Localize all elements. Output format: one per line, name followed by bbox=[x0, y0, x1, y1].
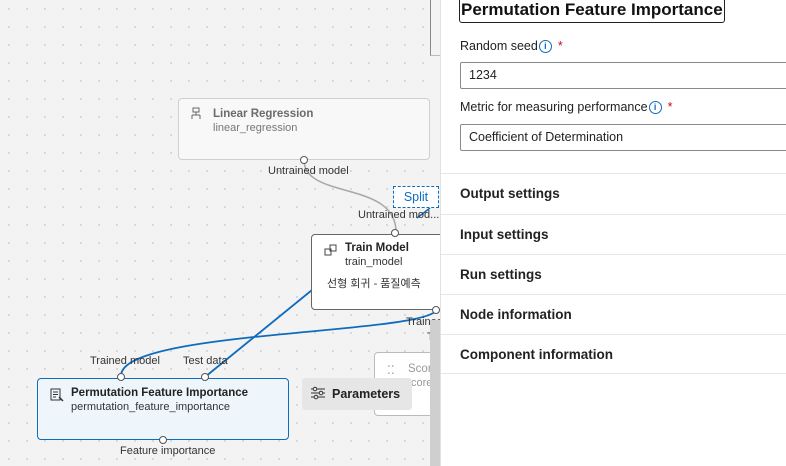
trained-model-input-label: Trained model bbox=[90, 355, 160, 367]
test-data-input-label: Test data bbox=[183, 355, 228, 367]
node-title: Train Model bbox=[345, 242, 409, 254]
train-model-icon bbox=[324, 243, 338, 257]
node-subtitle: train_model bbox=[345, 256, 403, 268]
required-mark: * bbox=[667, 100, 673, 114]
info-icon[interactable]: i bbox=[538, 39, 552, 53]
metric-label: Metric for measuring performance i * bbox=[460, 100, 672, 114]
info-icon[interactable]: i bbox=[648, 100, 662, 114]
metric-dropdown[interactable]: Coefficient of Determination bbox=[460, 124, 786, 151]
parameters-button[interactable]: Parameters bbox=[302, 378, 412, 410]
random-seed-input[interactable]: 1234 bbox=[460, 62, 786, 89]
metric-label-text: Metric for measuring performance bbox=[460, 100, 648, 114]
trained-model-input-port[interactable] bbox=[117, 373, 125, 381]
score-model-icon: ⁚⁚ bbox=[387, 363, 395, 377]
test-data-input-port[interactable] bbox=[201, 373, 209, 381]
linear-regression-node[interactable]: Linear Regression linear_regression bbox=[178, 98, 430, 160]
pipeline-canvas[interactable]: Linear Regression linear_regression Untr… bbox=[0, 0, 440, 466]
section-output-settings[interactable]: Output settings bbox=[441, 173, 786, 213]
permutation-icon bbox=[50, 388, 64, 402]
split-button[interactable]: Split bbox=[393, 186, 439, 208]
untrained-model-port-label: Untrained model bbox=[268, 165, 349, 177]
feature-importance-port-label: Feature importance bbox=[120, 445, 216, 457]
canvas-scrollbar[interactable] bbox=[430, 320, 440, 466]
node-subtitle: linear_regression bbox=[213, 122, 298, 134]
trained-model-output-port[interactable] bbox=[432, 306, 440, 314]
sliders-icon bbox=[310, 386, 326, 403]
parameters-label: Parameters bbox=[332, 387, 401, 401]
node-title: Scor bbox=[408, 363, 432, 375]
train-model-node[interactable]: Train Model train_model 선형 회귀 - 품질예측 bbox=[311, 234, 440, 310]
section-node-information[interactable]: Node information bbox=[441, 294, 786, 334]
node-subtitle: permutation_feature_importance bbox=[71, 401, 230, 413]
node-title: Permutation Feature Importance bbox=[71, 387, 249, 399]
section-input-settings[interactable]: Input settings bbox=[441, 214, 786, 254]
permutation-feature-importance-node[interactable]: Permutation Feature Importance permutati… bbox=[37, 378, 289, 440]
section-component-information[interactable]: Component information bbox=[441, 334, 786, 374]
linear-regression-icon bbox=[189, 107, 203, 121]
node-title: Linear Regression bbox=[213, 108, 314, 120]
untrained-model-input-label: Untrained mod... bbox=[358, 209, 440, 221]
feature-importance-output-port[interactable] bbox=[159, 436, 167, 444]
parameters-panel: Permutation Feature Importance Random se… bbox=[440, 0, 786, 466]
required-mark: * bbox=[557, 39, 563, 53]
upstream-node-edge bbox=[430, 0, 440, 56]
node-comment: 선형 회귀 - 품질예측 bbox=[327, 278, 421, 290]
random-seed-label-text: Random seed bbox=[460, 39, 538, 53]
panel-title[interactable]: Permutation Feature Importance bbox=[459, 0, 725, 23]
train-model-input-port[interactable] bbox=[391, 229, 399, 237]
section-run-settings[interactable]: Run settings bbox=[441, 254, 786, 294]
random-seed-label: Random seed i * bbox=[460, 39, 563, 53]
untrained-model-output-port[interactable] bbox=[300, 156, 308, 164]
